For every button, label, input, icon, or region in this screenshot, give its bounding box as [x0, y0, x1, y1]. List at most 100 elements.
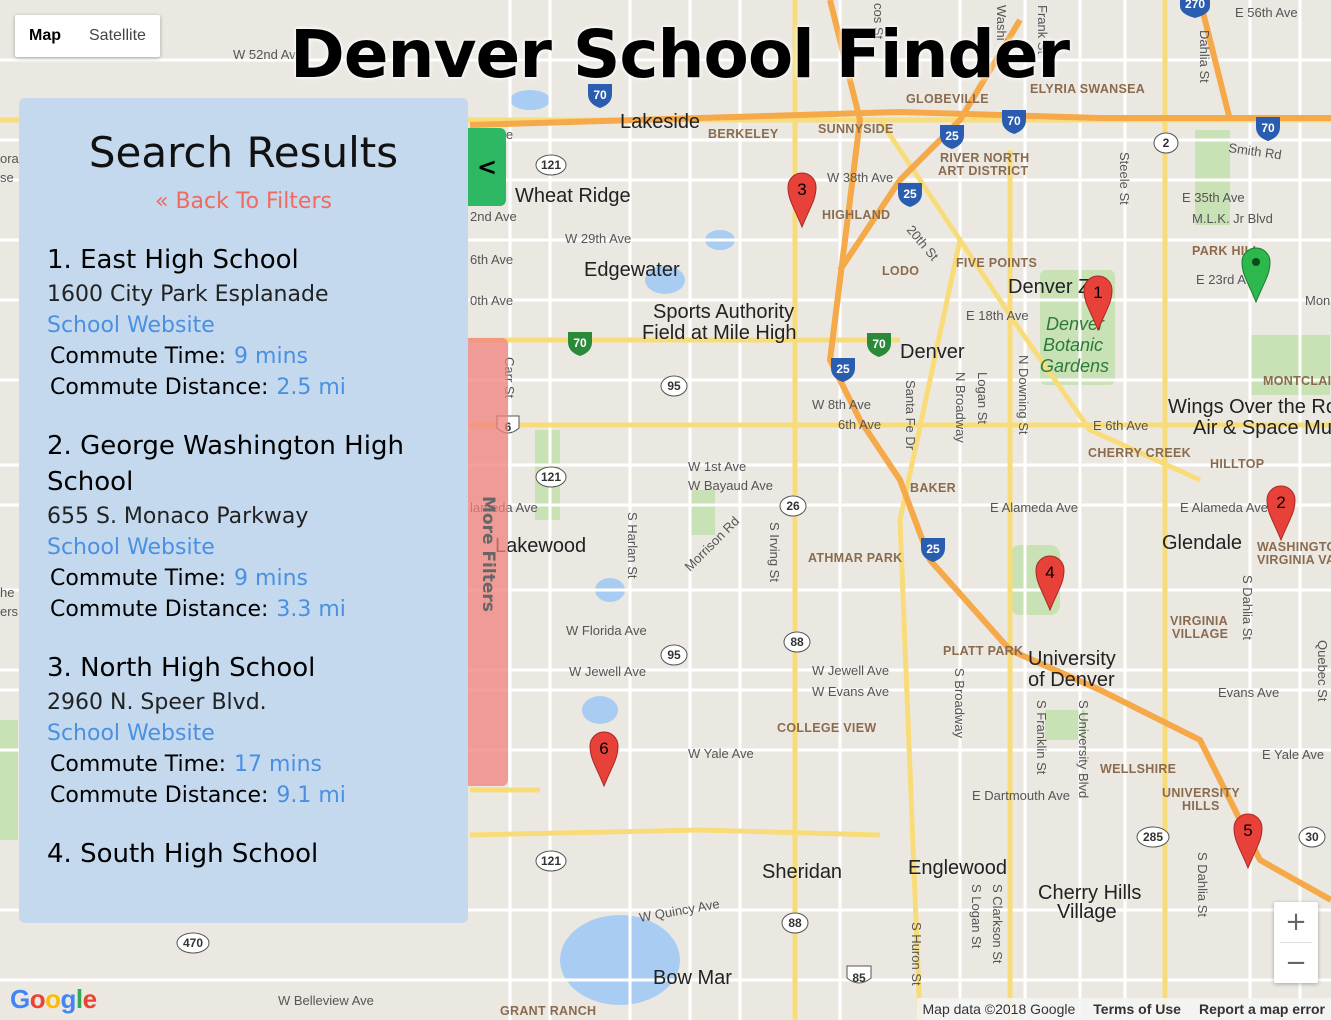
svg-text:ora: ora	[0, 151, 20, 166]
route-88-shield: 88	[781, 912, 809, 934]
commute-distance: Commute Distance: 9.1 mi	[47, 783, 440, 808]
label-denver-zoo: Denver Z	[1008, 276, 1090, 298]
label-wheat-ridge: Wheat Ridge	[515, 185, 631, 207]
svg-text:LODO: LODO	[882, 264, 919, 278]
result-name: 1. East High School	[47, 245, 299, 275]
svg-text:30: 30	[1305, 830, 1319, 844]
terms-of-use-link[interactable]: Terms of Use	[1093, 1001, 1181, 1017]
svg-text:E Dartmouth Ave: E Dartmouth Ave	[972, 788, 1070, 803]
map-attribution: Map data ©2018 Google Terms of Use Repor…	[916, 998, 1331, 1020]
school-website-link[interactable]: School Website	[47, 535, 440, 560]
svg-text:E 18th Ave: E 18th Ave	[966, 308, 1029, 323]
svg-text:Quebec St: Quebec St	[1315, 640, 1330, 702]
commute-time-value: 9 mins	[234, 344, 308, 369]
svg-text:W Bayaud Ave: W Bayaud Ave	[688, 478, 773, 493]
commute-time-value: 17 mins	[234, 752, 322, 777]
more-filters-tab[interactable]: More Filters	[468, 338, 508, 786]
label-cherry-hills-2: Village	[1057, 901, 1117, 923]
svg-text:0th Ave: 0th Ave	[470, 293, 513, 308]
results-list: 1. East High School 1600 City Park Espla…	[19, 242, 468, 872]
result-name: 4. South High School	[47, 839, 319, 869]
svg-text:Evans Ave: Evans Ave	[1218, 685, 1279, 700]
svg-text:GLOBEVILLE: GLOBEVILLE	[906, 92, 989, 106]
svg-text:25: 25	[945, 129, 959, 143]
svg-text:6: 6	[599, 739, 608, 758]
svg-text:88: 88	[790, 635, 804, 649]
svg-text:S Dahlia St: S Dahlia St	[1240, 575, 1255, 640]
result-item: 4. South High School	[47, 836, 440, 872]
zoom-in-button[interactable]: +	[1274, 902, 1318, 942]
svg-text:HILLS: HILLS	[1182, 799, 1220, 813]
more-filters-label: More Filters	[478, 496, 498, 612]
school-website-link[interactable]: School Website	[47, 313, 440, 338]
svg-text:CHERRY CREEK: CHERRY CREEK	[1088, 446, 1191, 460]
map-type-map-button[interactable]: Map	[15, 15, 75, 57]
label-sports-2: Field at Mile High	[642, 322, 797, 344]
svg-text:PLATT PARK: PLATT PARK	[943, 644, 1023, 658]
svg-text:S Huron St: S Huron St	[909, 922, 924, 986]
svg-text:he: he	[0, 585, 14, 600]
result-name: 2. George Washington High School	[47, 431, 404, 497]
result-item: 1. East High School 1600 City Park Espla…	[47, 242, 440, 400]
svg-text:4: 4	[1045, 563, 1054, 582]
svg-text:RIVER NORTH: RIVER NORTH	[940, 151, 1029, 165]
result-name: 3. North High School	[47, 653, 316, 683]
svg-text:70: 70	[872, 337, 886, 351]
svg-text:E Alameda Ave: E Alameda Ave	[1180, 500, 1268, 515]
svg-text:Santa Fe Dr: Santa Fe Dr	[903, 380, 918, 451]
svg-text:VILLAGE: VILLAGE	[1172, 627, 1228, 641]
svg-text:285: 285	[1143, 830, 1163, 844]
commute-distance: Commute Distance: 2.5 mi	[47, 375, 440, 400]
svg-text:85: 85	[852, 971, 866, 985]
label-denver: Denver	[900, 341, 965, 363]
svg-text:N Broadway: N Broadway	[953, 372, 968, 443]
map-type-satellite-button[interactable]: Satellite	[75, 15, 160, 57]
svg-text:88: 88	[788, 916, 802, 930]
svg-text:Logan St: Logan St	[975, 372, 990, 424]
svg-text:SUNNYSIDE: SUNNYSIDE	[818, 122, 894, 136]
svg-text:2: 2	[1276, 493, 1285, 512]
svg-text:Steele St: Steele St	[1117, 152, 1132, 205]
svg-text:S Broadway: S Broadway	[952, 668, 967, 739]
svg-text:2: 2	[1163, 136, 1170, 150]
commute-distance-label: Commute Distance:	[50, 375, 269, 400]
svg-text:95: 95	[667, 648, 681, 662]
svg-text:E 56th Ave: E 56th Ave	[1235, 5, 1298, 20]
label-bow-mar: Bow Mar	[653, 967, 732, 989]
svg-text:GRANT RANCH: GRANT RANCH	[500, 1004, 596, 1018]
commute-time-value: 9 mins	[234, 566, 308, 591]
route-285-shield: 285	[1136, 826, 1170, 848]
collapse-panel-button[interactable]: <	[468, 128, 506, 206]
svg-text:E Yale Ave: E Yale Ave	[1262, 747, 1324, 762]
svg-text:270: 270	[1185, 0, 1205, 11]
svg-text:70: 70	[1007, 114, 1021, 128]
label-sheridan: Sheridan	[762, 861, 842, 883]
back-to-filters-link[interactable]: « Back To Filters	[19, 189, 468, 214]
svg-text:1: 1	[1093, 283, 1102, 302]
svg-text:6th Ave: 6th Ave	[838, 417, 881, 432]
google-logo: Google	[10, 984, 97, 1014]
svg-text:COLLEGE VIEW: COLLEGE VIEW	[777, 721, 876, 735]
svg-text:ers: ers	[0, 604, 19, 619]
svg-text:WELLSHIRE: WELLSHIRE	[1100, 762, 1176, 776]
svg-text:VIRGINIA: VIRGINIA	[1170, 614, 1228, 628]
report-map-error-link[interactable]: Report a map error	[1199, 1001, 1325, 1017]
svg-text:25: 25	[926, 542, 940, 556]
svg-text:E 35th Ave: E 35th Ave	[1182, 190, 1245, 205]
map-type-control: Map Satellite	[15, 15, 160, 57]
svg-text:S Harlan St: S Harlan St	[625, 512, 640, 579]
svg-text:S Clarkson St: S Clarkson St	[990, 884, 1005, 964]
commute-distance-value: 2.5 mi	[276, 375, 346, 400]
svg-text:W Jewell Ave: W Jewell Ave	[569, 664, 646, 679]
svg-text:W Jewell Ave: W Jewell Ave	[812, 663, 889, 678]
zoom-out-button[interactable]: −	[1274, 943, 1318, 983]
svg-text:BAKER: BAKER	[910, 481, 956, 495]
route-26-shield: 26	[779, 495, 807, 517]
school-website-link[interactable]: School Website	[47, 721, 440, 746]
svg-text:S University Blvd: S University Blvd	[1076, 700, 1091, 798]
svg-text:26: 26	[786, 499, 800, 513]
svg-text:VIRGINIA VA: VIRGINIA VA	[1257, 553, 1331, 567]
svg-text:Dahlia St: Dahlia St	[1197, 30, 1212, 83]
svg-text:W Yale Ave: W Yale Ave	[688, 746, 754, 761]
svg-text:W 29th Ave: W 29th Ave	[565, 231, 631, 246]
